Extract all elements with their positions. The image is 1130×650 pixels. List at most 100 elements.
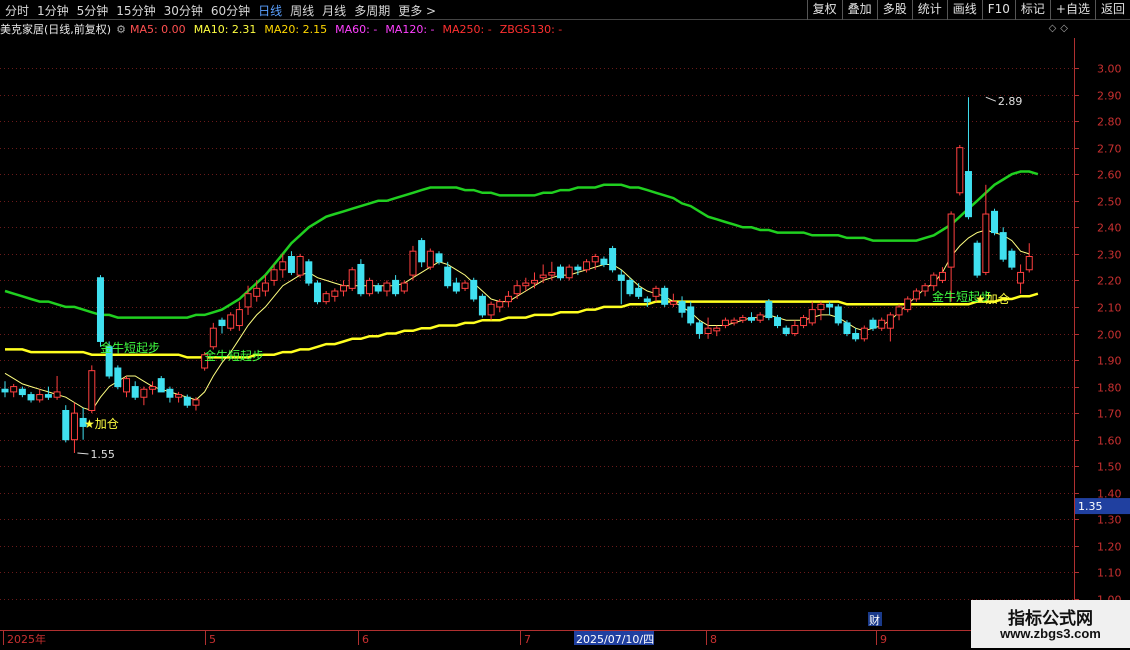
candle[interactable] bbox=[999, 227, 1007, 262]
candle[interactable] bbox=[235, 301, 243, 331]
candle[interactable] bbox=[36, 389, 44, 403]
candle[interactable] bbox=[409, 245, 417, 281]
candle[interactable] bbox=[1017, 264, 1025, 294]
toolbar-button[interactable]: 标记 bbox=[1014, 0, 1050, 20]
candle[interactable] bbox=[513, 280, 521, 299]
candle[interactable] bbox=[565, 264, 573, 281]
candle[interactable] bbox=[557, 264, 565, 281]
period-tab[interactable]: 1分钟 bbox=[34, 2, 74, 19]
candle[interactable] bbox=[461, 280, 469, 292]
toolbar-button[interactable]: 统计 bbox=[911, 0, 947, 20]
candle[interactable] bbox=[305, 259, 313, 286]
candle[interactable] bbox=[721, 317, 729, 329]
candle[interactable] bbox=[392, 275, 400, 297]
candle[interactable] bbox=[826, 301, 834, 315]
candle[interactable] bbox=[626, 277, 634, 297]
toolbar-button[interactable]: F10 bbox=[981, 0, 1015, 20]
candle[interactable] bbox=[843, 320, 851, 337]
candle[interactable] bbox=[661, 285, 669, 307]
candle[interactable] bbox=[27, 391, 35, 403]
candle[interactable] bbox=[62, 405, 70, 443]
candle[interactable] bbox=[808, 301, 816, 326]
candle[interactable] bbox=[114, 365, 122, 390]
candle[interactable] bbox=[487, 301, 495, 321]
candle[interactable] bbox=[791, 320, 799, 337]
candle[interactable] bbox=[678, 296, 686, 318]
candle[interactable] bbox=[18, 386, 26, 398]
candle[interactable] bbox=[704, 317, 712, 339]
period-tab[interactable]: 分时 bbox=[2, 2, 34, 19]
candle[interactable] bbox=[739, 314, 747, 323]
toolbar-button[interactable]: 画线 bbox=[946, 0, 982, 20]
candle[interactable] bbox=[166, 386, 174, 403]
toolbar-button[interactable]: +自选 bbox=[1049, 0, 1095, 20]
candle[interactable] bbox=[522, 277, 530, 292]
candle[interactable] bbox=[834, 304, 842, 326]
candle[interactable] bbox=[296, 253, 304, 278]
candle[interactable] bbox=[713, 325, 721, 337]
period-tab[interactable]: 5分钟 bbox=[74, 2, 114, 19]
candle[interactable] bbox=[452, 277, 460, 294]
toolbar-button[interactable]: 返回 bbox=[1094, 0, 1130, 20]
candle[interactable] bbox=[530, 272, 538, 289]
candle[interactable] bbox=[765, 298, 773, 321]
candle[interactable] bbox=[478, 293, 486, 318]
candle[interactable] bbox=[70, 402, 78, 453]
candle[interactable] bbox=[470, 277, 478, 302]
candle[interactable] bbox=[357, 259, 365, 297]
candle[interactable] bbox=[1, 381, 9, 398]
candle[interactable] bbox=[947, 211, 955, 302]
candle[interactable] bbox=[912, 288, 920, 302]
candle[interactable] bbox=[956, 144, 964, 196]
period-tab[interactable]: 60分钟 bbox=[208, 2, 255, 19]
candle[interactable] bbox=[756, 312, 764, 323]
candle[interactable] bbox=[852, 328, 860, 342]
candle[interactable] bbox=[149, 381, 157, 395]
candle[interactable] bbox=[747, 312, 755, 323]
settings-gear-icon[interactable]: ⚙ bbox=[116, 23, 126, 36]
candle[interactable] bbox=[348, 267, 356, 292]
candle[interactable] bbox=[1025, 243, 1033, 273]
candle[interactable] bbox=[930, 272, 938, 292]
candle[interactable] bbox=[730, 317, 738, 326]
candle[interactable] bbox=[617, 269, 625, 305]
period-tab[interactable]: 15分钟 bbox=[113, 2, 160, 19]
candle[interactable] bbox=[322, 291, 330, 305]
candle[interactable] bbox=[964, 97, 972, 220]
candle[interactable] bbox=[652, 285, 660, 302]
candle[interactable] bbox=[991, 208, 999, 236]
candle[interactable] bbox=[44, 386, 52, 400]
candle[interactable] bbox=[695, 320, 703, 339]
candle[interactable] bbox=[96, 275, 104, 347]
candle[interactable] bbox=[131, 381, 139, 400]
window-toggle-icons[interactable]: ◇◇ bbox=[1049, 23, 1072, 34]
period-tab[interactable]: 更多 > bbox=[395, 2, 441, 19]
stock-title[interactable]: 美克家居(日线,前复权) bbox=[0, 21, 111, 37]
candle[interactable] bbox=[878, 317, 886, 331]
candle[interactable] bbox=[860, 325, 868, 342]
period-tab[interactable]: 周线 bbox=[287, 2, 319, 19]
candle[interactable] bbox=[800, 314, 808, 329]
candle[interactable] bbox=[227, 312, 235, 331]
candle[interactable] bbox=[886, 312, 894, 342]
candle[interactable] bbox=[904, 296, 912, 313]
candle[interactable] bbox=[123, 375, 131, 398]
candle[interactable] bbox=[609, 245, 617, 273]
candle[interactable] bbox=[53, 375, 61, 400]
candle[interactable] bbox=[687, 301, 695, 326]
candle[interactable] bbox=[88, 365, 96, 414]
period-tab[interactable]: 月线 bbox=[319, 2, 351, 19]
candle[interactable] bbox=[374, 283, 382, 294]
candle[interactable] bbox=[973, 240, 981, 278]
candle[interactable] bbox=[140, 386, 148, 406]
candle[interactable] bbox=[817, 301, 825, 321]
period-tab[interactable]: 多周期 bbox=[351, 2, 395, 19]
candle[interactable] bbox=[331, 288, 339, 302]
candle[interactable] bbox=[218, 317, 226, 334]
candle[interactable] bbox=[313, 280, 321, 305]
candle[interactable] bbox=[982, 184, 990, 276]
candle[interactable] bbox=[383, 280, 391, 297]
candle[interactable] bbox=[287, 251, 295, 276]
candle[interactable] bbox=[418, 237, 426, 268]
period-tab[interactable]: 日线 bbox=[255, 2, 287, 19]
